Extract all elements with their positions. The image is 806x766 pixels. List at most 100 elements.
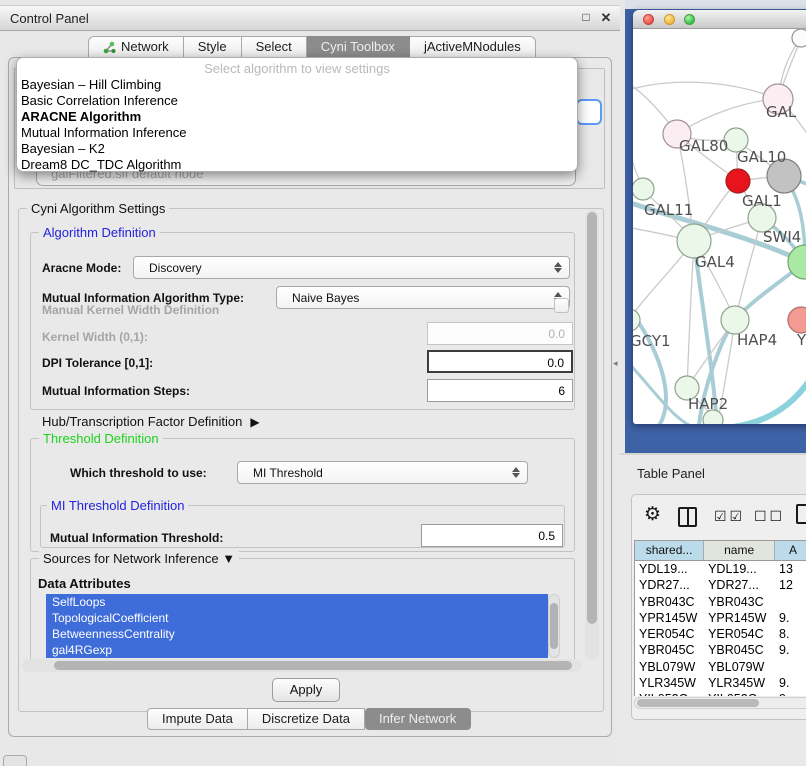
table-row[interactable]: YIL052CYIL052C9 (635, 691, 806, 696)
mi-threshold-value: 0.5 (538, 529, 555, 543)
splitter-handle-icon[interactable]: ◂ (613, 358, 618, 369)
mi-steps-value: 6 (558, 384, 565, 398)
table-cell (775, 594, 806, 610)
dpi-tolerance-field[interactable]: 0.0 (427, 350, 573, 373)
close-icon[interactable]: ✕ (598, 10, 614, 26)
algorithm-option[interactable]: Bayesian – Hill Climbing (21, 77, 573, 93)
bottom-tab-impute-data[interactable]: Impute Data (147, 708, 248, 730)
collapsed-panel-button[interactable] (3, 755, 27, 766)
tab-label: Network (121, 36, 169, 58)
data-attribute-item[interactable]: SelfLoops (46, 594, 548, 610)
settings-vertical-scrollbar[interactable] (585, 210, 599, 660)
kernel-width-field[interactable]: 0.0 (427, 322, 573, 345)
manual-kernel-checkbox[interactable] (554, 298, 569, 313)
table-panel-title: Table Panel (637, 466, 705, 481)
algorithm-option[interactable]: Basic Correlation Inference (21, 93, 573, 109)
table-row[interactable]: YDR27...YDR27...12 (635, 577, 806, 593)
network-view-window[interactable]: GALGAL80GAL10GAL1GAL11SWI4GAL4GCY1HAP4YH… (633, 10, 806, 424)
table-row[interactable]: YBR045CYBR045C9. (635, 642, 806, 658)
float-window-icon[interactable]: □ (578, 10, 594, 24)
table-cell: YER054C (704, 626, 775, 642)
tab-jactivemnodules[interactable]: jActiveMNodules (410, 36, 536, 58)
network-edge[interactable] (687, 241, 694, 388)
aracne-mode-combo[interactable]: Discovery (133, 256, 570, 279)
data-attribute-item[interactable]: TopologicalCoefficient (46, 610, 548, 626)
network-node[interactable] (633, 309, 640, 331)
table-cell: YBR045C (635, 642, 704, 658)
algorithm-option[interactable]: Mutual Information Inference (21, 125, 573, 141)
zoom-traffic-light-icon[interactable] (684, 14, 695, 25)
table-row[interactable]: YDL19...YDL19...13 (635, 561, 806, 577)
tab-style[interactable]: Style (184, 36, 242, 58)
mi-threshold-field[interactable]: 0.5 (421, 524, 563, 547)
bottom-tab-discretize-data[interactable]: Discretize Data (248, 708, 365, 730)
close-traffic-light-icon[interactable] (643, 14, 654, 25)
table-row[interactable]: YER054CYER054C8. (635, 626, 806, 642)
table-cell: YBR043C (635, 594, 704, 610)
table-column-header[interactable]: name (704, 541, 775, 560)
tab-label: Infer Network (379, 708, 456, 730)
control-panel-titlebar: Control Panel □ ✕ (0, 5, 620, 31)
which-threshold-value: MI Threshold (253, 466, 323, 480)
network-node[interactable] (788, 307, 806, 333)
stepper-icon (554, 261, 563, 274)
algorithm-option[interactable]: ARACNE Algorithm (21, 109, 573, 125)
network-node-label: GAL10 (737, 148, 786, 166)
network-canvas[interactable]: GALGAL80GAL10GAL1GAL11SWI4GAL4GCY1HAP4YH… (633, 29, 806, 424)
network-edge[interactable] (633, 82, 778, 99)
network-edge[interactable] (733, 381, 806, 424)
table-cell: 9. (775, 610, 806, 626)
table-body: YDL19...YDL19...13YDR27...YDR27...12YBR0… (635, 561, 806, 696)
network-node-label: GAL11 (644, 201, 693, 219)
table-cell: YPR145W (635, 610, 704, 626)
expand-right-icon: ▶ (250, 415, 259, 429)
algorithm-options-list: Bayesian – Hill ClimbingBasic Correlatio… (21, 77, 573, 173)
network-window-titlebar[interactable] (633, 10, 806, 29)
bottom-tab-infer-network[interactable]: Infer Network (365, 708, 471, 730)
tab-select[interactable]: Select (242, 36, 307, 58)
gear-icon[interactable]: ⚙ (644, 503, 661, 526)
which-threshold-combo[interactable]: MI Threshold (237, 461, 528, 484)
data-attributes-list[interactable]: SelfLoopsTopologicalCoefficientBetweenne… (46, 594, 548, 658)
attributes-scrollbar-thumb[interactable] (550, 603, 558, 649)
hidden-combo-stepper[interactable] (576, 99, 602, 125)
table-row[interactable]: YPR145WYPR145W9. (635, 610, 806, 626)
network-graph[interactable]: GALGAL80GAL10GAL1GAL11SWI4GAL4GCY1HAP4YH… (633, 29, 806, 424)
data-attribute-item[interactable]: BetweennessCentrality (46, 626, 548, 642)
network-node[interactable] (726, 169, 750, 193)
table-column-header[interactable]: shared... (635, 541, 704, 560)
settings-vertical-scrollbar-thumb[interactable] (587, 212, 597, 624)
tab-label: jActiveMNodules (424, 36, 521, 58)
table-row[interactable]: YBL079WYBL079W (635, 659, 806, 675)
settings-horizontal-scrollbar-thumb[interactable] (54, 661, 572, 670)
table-row[interactable]: YBR043CYBR043C (635, 594, 806, 610)
table-row[interactable]: YLR345WYLR345W9. (635, 675, 806, 691)
sources-group-title[interactable]: Sources for Network Inference ▼ (39, 551, 239, 566)
document-icon[interactable] (796, 504, 806, 524)
tab-network[interactable]: Network (88, 36, 184, 58)
network-node[interactable] (792, 29, 806, 47)
table-horizontal-scrollbar[interactable] (634, 697, 806, 709)
select-all-checks-icon[interactable]: ☑☑ (714, 508, 745, 525)
table-column-header[interactable]: A (775, 541, 806, 560)
network-node[interactable] (633, 178, 654, 200)
network-node[interactable] (721, 306, 749, 334)
hub-section-toggle[interactable]: Hub/Transcription Factor Definition▶ (42, 414, 260, 429)
split-columns-icon[interactable] (678, 507, 697, 527)
attributes-scrollbar[interactable] (548, 594, 560, 658)
network-edge[interactable] (677, 99, 778, 134)
mi-type-combo[interactable]: Naive Bayes (276, 286, 570, 309)
algorithm-option[interactable]: Dream8 DC_TDC Algorithm (21, 157, 573, 173)
algorithm-option[interactable]: Bayesian – K2 (21, 141, 573, 157)
algorithm-placeholder: Select algorithm to view settings (17, 61, 577, 76)
data-attribute-item[interactable]: gal4RGexp (46, 642, 548, 658)
mi-threshold-group-title: MI Threshold Definition (47, 498, 188, 513)
minimize-traffic-light-icon[interactable] (664, 14, 675, 25)
table-cell (775, 659, 806, 675)
mi-steps-field[interactable]: 6 (427, 379, 573, 402)
settings-horizontal-scrollbar[interactable] (22, 659, 582, 672)
deselect-all-checks-icon[interactable]: ☐☐ (754, 508, 785, 525)
apply-button[interactable]: Apply (272, 678, 340, 702)
table-horizontal-scrollbar-thumb[interactable] (637, 699, 759, 707)
tab-cyni-toolbox[interactable]: Cyni Toolbox (307, 36, 410, 58)
